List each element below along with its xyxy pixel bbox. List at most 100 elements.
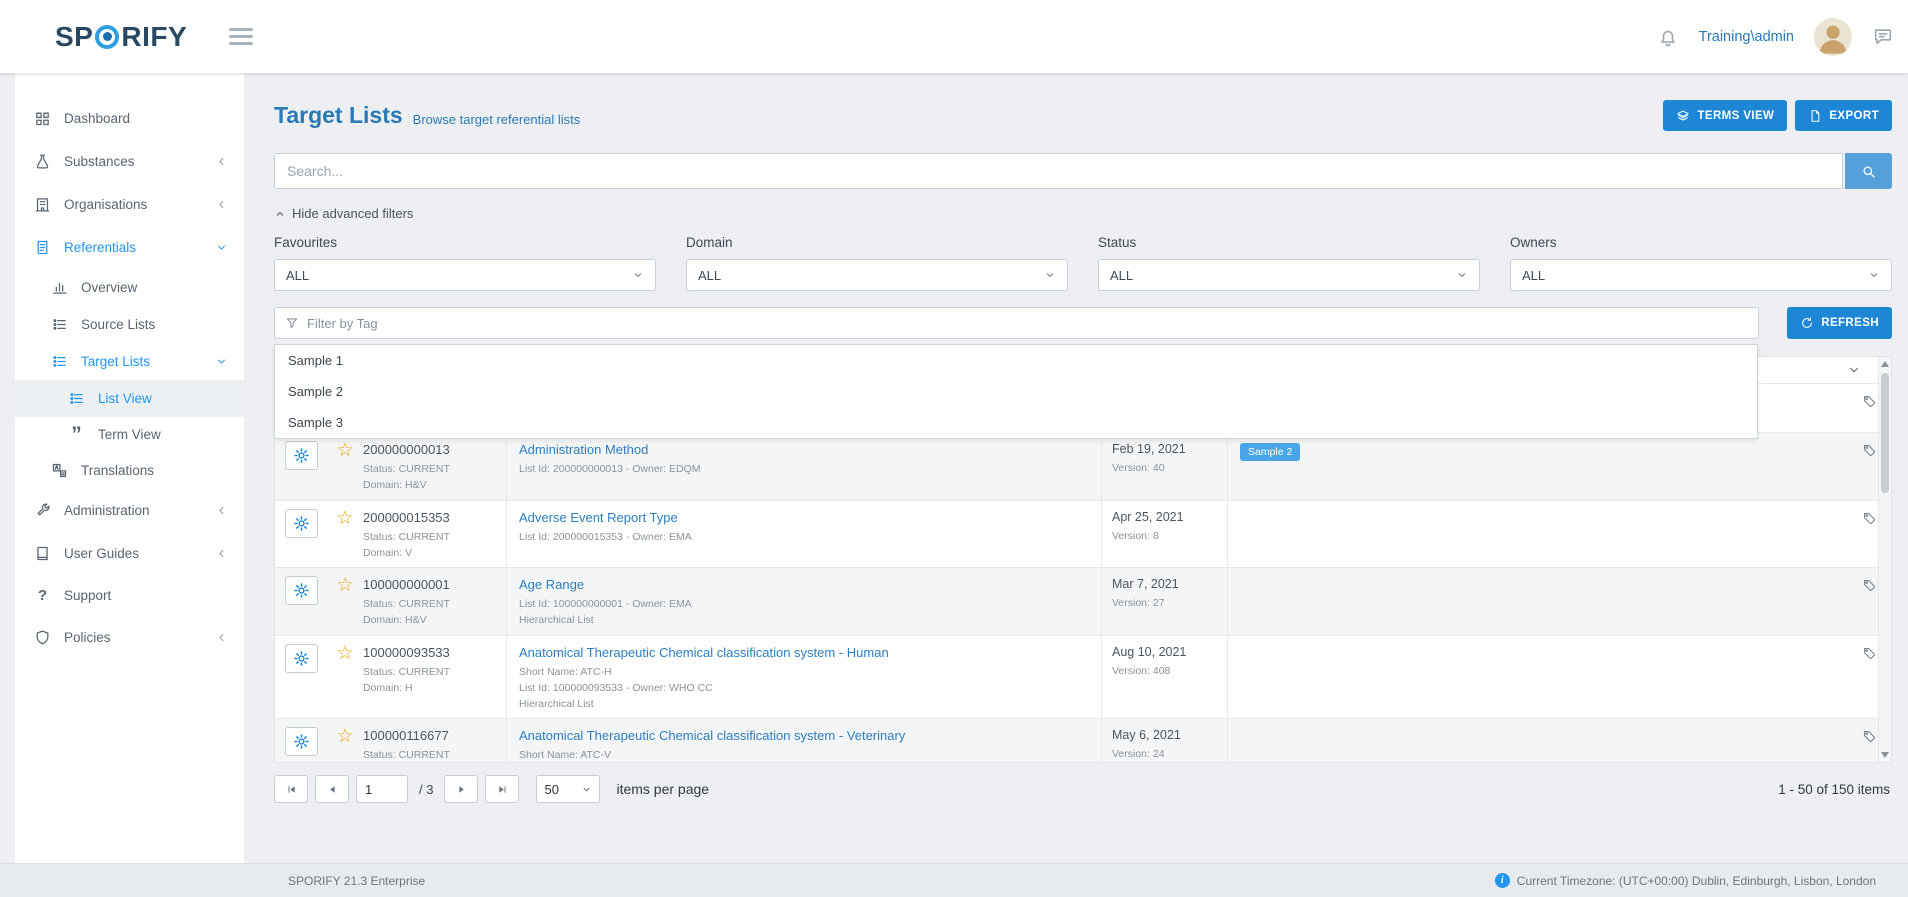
refresh-icon — [1800, 316, 1814, 330]
tag-option-sample-1[interactable]: Sample 1 — [275, 345, 1757, 376]
page-number-input[interactable] — [356, 775, 408, 803]
row-hierarchical-label: Hierarchical List — [519, 612, 1089, 628]
row-version: Version: 27 — [1112, 595, 1217, 611]
notifications-bell-icon[interactable] — [1657, 26, 1679, 48]
favourites-select[interactable]: ALL — [274, 259, 656, 291]
question-mark-icon: ? — [34, 588, 51, 603]
chevron-down-icon — [1456, 269, 1468, 281]
row-status: Status: CURRENT — [363, 747, 498, 763]
gear-icon — [293, 582, 310, 599]
user-avatar[interactable] — [1814, 18, 1852, 56]
domain-selected-value: ALL — [698, 268, 721, 283]
list-id: 100000093533 — [363, 645, 498, 660]
sidebar-item-translations[interactable]: Translations — [15, 452, 244, 489]
favourite-star-button[interactable]: ☆ — [329, 433, 361, 500]
list-name-link[interactable]: Age Range — [519, 577, 1089, 592]
last-page-button[interactable] — [485, 775, 519, 803]
sidebar-item-overview[interactable]: Overview — [15, 269, 244, 306]
sidebar-item-target-lists[interactable]: Target Lists — [15, 343, 244, 380]
tag-icon — [1862, 394, 1877, 409]
tag-icon — [1862, 646, 1877, 661]
previous-page-button[interactable] — [315, 775, 349, 803]
page-title: Target Lists — [274, 102, 403, 129]
document-lines-icon — [34, 239, 51, 256]
row-domain: Domain: V — [363, 545, 498, 561]
sidebar-item-policies[interactable]: Policies — [15, 616, 244, 659]
table-scrollbar[interactable] — [1878, 357, 1891, 762]
terms-view-button[interactable]: TERMS VIEW — [1663, 100, 1787, 131]
sidebar-item-organisations[interactable]: Organisations — [15, 183, 244, 226]
row-short-name: Short Name: ATC-V — [519, 747, 1089, 763]
hide-advanced-filters-toggle[interactable]: Hide advanced filters — [274, 206, 413, 221]
table-row[interactable]: ☆ 100000093533 Status: CURRENT Domain: H… — [275, 636, 1891, 720]
book-icon — [34, 545, 51, 562]
avatar-person-icon — [1814, 18, 1852, 56]
table-row[interactable]: ☆ 200000000013 Status: CURRENT Domain: H… — [275, 433, 1891, 501]
row-settings-button[interactable] — [285, 441, 318, 470]
star-icon: ☆ — [336, 643, 353, 664]
sidebar-item-support[interactable]: ? Support — [15, 575, 244, 616]
user-menu[interactable]: Training\admin — [1699, 29, 1794, 45]
first-page-button[interactable] — [274, 775, 308, 803]
flask-icon — [34, 153, 51, 170]
sidebar-item-administration[interactable]: Administration — [15, 489, 244, 532]
list-name-link[interactable]: Administration Method — [519, 442, 1089, 457]
scrollbar-down-arrow[interactable] — [1881, 752, 1889, 758]
sidebar-item-list-view[interactable]: List View — [15, 380, 244, 417]
search-button[interactable] — [1845, 153, 1892, 189]
favourite-star-button[interactable]: ☆ — [329, 568, 361, 635]
table-row[interactable]: ☆ 200000015353 Status: CURRENT Domain: V… — [275, 501, 1891, 569]
row-settings-button[interactable] — [285, 644, 318, 673]
scrollbar-thumb[interactable] — [1881, 373, 1889, 493]
sidebar-label: Organisations — [64, 197, 147, 212]
favourite-star-button[interactable]: ☆ — [329, 719, 361, 763]
list-id: 200000000013 — [363, 442, 498, 457]
row-settings-button[interactable] — [285, 509, 318, 538]
items-per-page-select[interactable]: 50 — [536, 775, 600, 803]
status-select[interactable]: ALL — [1098, 259, 1480, 291]
gear-icon — [293, 650, 310, 667]
refresh-button[interactable]: REFRESH — [1787, 307, 1892, 339]
sidebar-item-referentials[interactable]: Referentials — [15, 226, 244, 269]
tag-option-sample-2[interactable]: Sample 2 — [275, 376, 1757, 407]
sidebar-item-term-view[interactable]: ” Term View — [15, 417, 244, 452]
chat-widget-icon[interactable] — [1872, 26, 1894, 48]
sidebar-label: Dashboard — [64, 111, 130, 126]
tag-filter-field — [274, 307, 1759, 339]
sidebar-item-dashboard[interactable]: Dashboard — [15, 97, 244, 140]
row-settings-button[interactable] — [285, 727, 318, 756]
row-settings-button[interactable] — [285, 576, 318, 605]
list-id: 100000000001 — [363, 577, 498, 592]
row-details: List Id: 200000000013 - Owner: EDQM — [519, 461, 1089, 477]
tag-icon — [1862, 443, 1877, 458]
menu-toggle-button[interactable] — [229, 24, 253, 49]
list-name-link[interactable]: Anatomical Therapeutic Chemical classifi… — [519, 645, 1089, 660]
domain-select[interactable]: ALL — [686, 259, 1068, 291]
list-name-link[interactable]: Anatomical Therapeutic Chemical classifi… — [519, 728, 1089, 743]
next-page-button[interactable] — [444, 775, 478, 803]
tag-filter-input[interactable] — [307, 316, 1748, 331]
tag-option-sample-3[interactable]: Sample 3 — [275, 407, 1757, 438]
sidebar-label: List View — [98, 391, 152, 406]
status-filter-label: Status — [1098, 235, 1480, 250]
table-row[interactable]: ☆ 100000116677 Status: CURRENT Domain: V… — [275, 719, 1891, 763]
refresh-label: REFRESH — [1821, 317, 1879, 329]
search-input[interactable] — [274, 153, 1843, 189]
export-button[interactable]: EXPORT — [1795, 100, 1892, 131]
favourite-star-button[interactable]: ☆ — [329, 501, 361, 568]
sidebar-item-source-lists[interactable]: Source Lists — [15, 306, 244, 343]
sidebar-item-user-guides[interactable]: User Guides — [15, 532, 244, 575]
table-row[interactable]: ☆ 100000000001 Status: CURRENT Domain: H… — [275, 568, 1891, 636]
app-version-label: SPORIFY 21.3 Enterprise — [288, 874, 425, 888]
tag-icon — [1862, 729, 1877, 744]
row-date: Apr 25, 2021 — [1112, 510, 1217, 524]
list-name-link[interactable]: Adverse Event Report Type — [519, 510, 1089, 525]
tag-badge: Sample 2 — [1240, 443, 1300, 461]
sidebar-item-substances[interactable]: Substances — [15, 140, 244, 183]
favourite-star-button[interactable]: ☆ — [329, 636, 361, 719]
table-header-chevron-icon[interactable] — [1847, 363, 1861, 377]
owners-select[interactable]: ALL — [1510, 259, 1892, 291]
pagination-bar: / 3 50 items per page 1 - 50 of 150 item… — [274, 775, 1892, 803]
scrollbar-up-arrow[interactable] — [1881, 361, 1889, 367]
status-selected-value: ALL — [1110, 268, 1133, 283]
